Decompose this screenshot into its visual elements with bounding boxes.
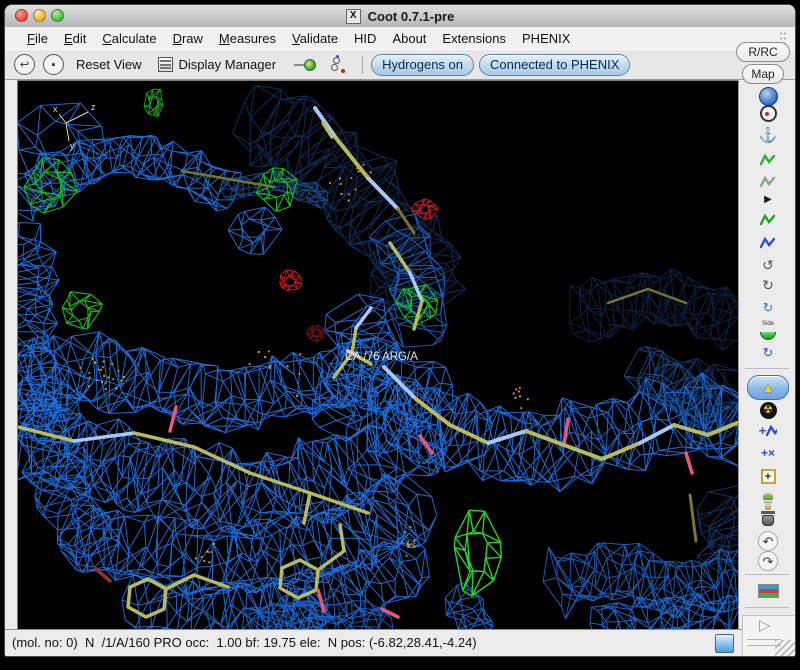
gl-canvas[interactable]: x z y CA /76 ARG/A [17,80,739,630]
menu-phenix[interactable]: PHENIX [514,29,578,48]
play-button[interactable]: ▷ [759,617,771,635]
play-small-icon[interactable]: ▶ [739,195,795,205]
rotamers-icon[interactable]: ↺ [739,258,795,272]
target-icon[interactable]: ▪ [43,54,64,75]
map-button[interactable]: Map [742,64,784,84]
menu-extensions[interactable]: Extensions [434,29,514,48]
resize-grip[interactable] [775,640,795,656]
status-bar: (mol. no: 0) N /1/A/160 PRO occ: 1.00 bf… [5,629,795,656]
strip-separator [745,607,789,608]
radiation-icon[interactable]: ☢ [739,402,795,419]
regularize-zone-icon[interactable] [739,175,795,189]
refine-zone-icon[interactable] [739,153,795,167]
strip-separator [745,368,789,369]
svg-text:CA /76 ARG/A: CA /76 ARG/A [345,351,418,363]
x11-icon: X [345,8,361,24]
display-manager-icon[interactable] [157,57,173,72]
corner-box: ▷ [742,615,795,656]
torsion-general-icon[interactable]: ↻ [739,301,795,314]
anchor-icon[interactable]: ⚓ [739,128,795,143]
rrc-button[interactable]: R/RC [736,42,790,62]
chi-angles-icon[interactable]: ↻ [739,278,795,292]
main-toolbar: ↩ ▪ Reset View Display Manager Hydrogens… [5,49,795,80]
modelling-toolbar: ⚓ ▶ ↺ ↻ ↻ Side ↻ ▲ ☢ + +× + ↶ ↷ [738,80,795,629]
accept-reject-button[interactable]: ▲ [739,375,795,400]
add-alt-conf-icon[interactable]: +× [739,446,795,460]
phenix-connection-button[interactable]: Connected to PHENIX [479,53,631,76]
title-bar[interactable]: X Coot 0.7.1-pre [5,5,795,28]
menu-edit[interactable]: Edit [56,29,94,48]
menu-bar: File Edit Calculate Draw Measures Validate HID… [5,27,795,49]
side-chain-flip-icon[interactable]: Side [739,321,795,340]
strip-separator [745,574,789,575]
menu-measures[interactable]: Measures [211,29,284,48]
jed-flip-icon[interactable]: ↻ [739,346,795,359]
add-terminal-residue-icon[interactable]: + [739,423,795,438]
menu-calculate[interactable]: Calculate [94,29,164,48]
status-text: (mol. no: 0) N /1/A/160 PRO occ: 1.00 bf… [12,635,477,650]
menu-validate[interactable]: Validate [284,29,346,48]
sphere-icon[interactable] [739,87,795,106]
status-thumb-icon[interactable] [715,634,734,653]
hydrogens-toggle-button[interactable]: Hydrogens on [371,53,475,76]
svg-text:y: y [70,141,75,151]
coot-window: X Coot 0.7.1-pre File Edit Calculate Draw Me… [4,4,796,657]
molecule-icon[interactable] [330,54,346,74]
menu-hid[interactable]: HID [346,29,384,48]
flag-icon[interactable] [739,584,795,598]
add-atom-icon[interactable]: + [739,469,795,484]
recentre-icon[interactable] [739,105,795,122]
menu-about[interactable]: About [384,29,434,48]
back-icon[interactable]: ↩ [14,54,35,75]
display-manager-button[interactable]: Display Manager [179,57,277,72]
trash-icon[interactable] [739,511,795,526]
svg-text:z: z [91,102,96,112]
toolbar-separator [362,55,364,74]
redo-icon[interactable]: ↷ [739,551,795,571]
svg-text:x: x [53,104,58,114]
auto-fit-rotamer-icon[interactable] [739,213,795,227]
window-title: Coot 0.7.1-pre [367,8,455,24]
brush-icon[interactable] [739,493,795,510]
menu-file[interactable]: File [19,29,56,48]
rigid-body-fit-icon[interactable] [739,236,795,250]
undo-icon[interactable]: ↶ [739,531,795,551]
menu-draw[interactable]: Draw [165,29,211,48]
key-icon[interactable] [294,58,317,71]
reset-view-button[interactable]: Reset View [76,57,142,72]
